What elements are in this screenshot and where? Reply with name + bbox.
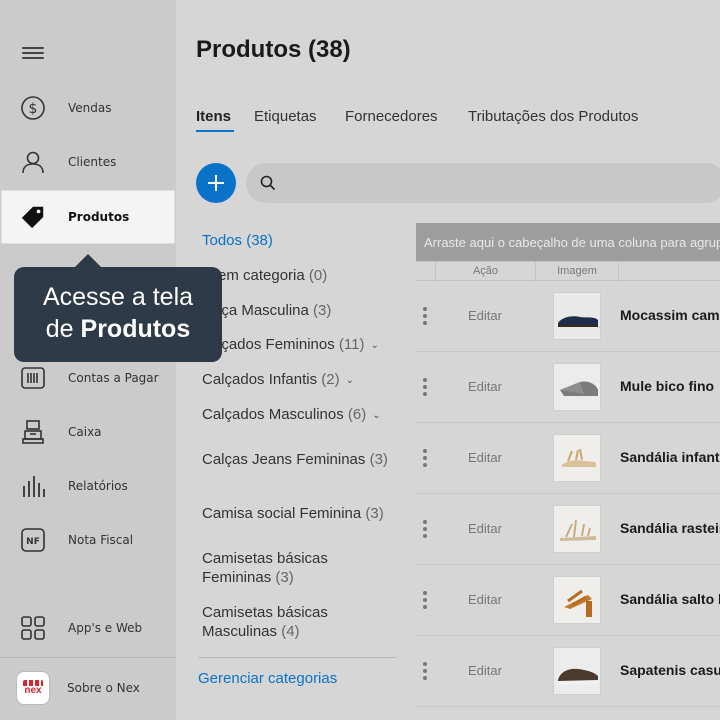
nex-logo: nex (16, 671, 50, 705)
edit-button[interactable]: Editar (468, 450, 502, 465)
bar-chart-icon (20, 473, 46, 499)
apps-grid-icon (20, 615, 46, 641)
product-image-beige-sandal (553, 505, 601, 553)
product-name: Mocassim camurça (620, 307, 720, 323)
category-item-calcados-femininos[interactable]: lçados Femininos (11) ⌄ (218, 336, 379, 353)
sidebar-item-label: Contas a Pagar (68, 371, 159, 385)
edit-button[interactable]: Editar (468, 308, 502, 323)
tooltip-line-1: Acesse a tela (42, 283, 194, 311)
more-options-icon[interactable] (423, 449, 427, 467)
sidebar-item-label: Vendas (68, 101, 112, 115)
table-row[interactable]: Editar Sapatenis casual (416, 636, 720, 707)
tab-fornecedores[interactable]: Fornecedores (345, 108, 438, 125)
column-header-nome[interactable] (618, 262, 720, 282)
more-options-icon[interactable] (423, 307, 427, 325)
sidebar-item-label: Produtos (68, 210, 130, 224)
tag-icon (20, 204, 46, 230)
category-item-calca-masculina[interactable]: lça Masculina (3) (218, 302, 331, 319)
product-image-navy-loafer (553, 292, 601, 340)
column-header-acao[interactable]: Ação (435, 262, 535, 282)
sidebar-item-apps-e-web[interactable]: App's e Web (0, 602, 176, 654)
product-image-caramel-heel (553, 576, 601, 624)
active-tab-indicator (196, 130, 234, 132)
tab-tributacoes[interactable]: Tributações dos Produtos (468, 108, 638, 125)
category-item-calcas-jeans-femininas[interactable]: Calças Jeans Femininas (3) (202, 451, 388, 468)
svg-text:$: $ (29, 101, 38, 117)
sidebar-item-caixa[interactable]: Caixa (0, 406, 176, 458)
category-item-camisetas-basicas-femininas[interactable]: Camisetas básicas Femininas (3) (202, 549, 362, 587)
tab-etiquetas[interactable]: Etiquetas (254, 108, 317, 125)
sidebar-item-label: Relatórios (68, 479, 128, 493)
product-name: Sandália rasteira (620, 520, 720, 536)
product-name: Sapatenis casual (620, 662, 720, 678)
search-icon (260, 175, 276, 191)
sidebar-item-relatorios[interactable]: Relatórios (0, 460, 176, 512)
nf-icon: NF (20, 527, 46, 553)
sidebar-item-nota-fiscal[interactable]: NF Nota Fiscal (0, 514, 176, 566)
manage-categories-link[interactable]: Gerenciar categorias (198, 670, 337, 687)
more-options-icon[interactable] (423, 662, 427, 680)
category-item-sem-categoria[interactable]: em categoria (0) (218, 267, 327, 284)
search-input[interactable] (246, 163, 720, 203)
edit-button[interactable]: Editar (468, 379, 502, 394)
chevron-down-icon[interactable]: ⌄ (346, 375, 354, 386)
edit-button[interactable]: Editar (468, 663, 502, 678)
barcode-icon (20, 365, 46, 391)
sidebar-divider (0, 657, 176, 658)
svg-text:NF: NF (26, 537, 40, 547)
sidebar-item-clientes[interactable]: Clientes (0, 136, 176, 188)
product-name: Mule bico fino (620, 378, 715, 394)
grid-header: Ação Imagem (416, 261, 720, 282)
chevron-down-icon[interactable]: ⌄ (370, 340, 378, 351)
user-icon (20, 149, 46, 175)
add-product-button[interactable] (196, 163, 236, 203)
edit-button[interactable]: Editar (468, 592, 502, 607)
table-row[interactable]: Editar Sandália salto bloco (416, 565, 720, 636)
table-row[interactable]: Editar Sandália infantil (416, 423, 720, 494)
product-image-brown-sneaker (553, 647, 601, 695)
more-options-icon[interactable] (423, 591, 427, 609)
sidebar-item-label: Sobre o Nex (67, 681, 140, 695)
cash-register-icon (20, 419, 46, 445)
product-name: Sandália infantil (620, 449, 720, 465)
sidebar-item-label: Clientes (68, 155, 117, 169)
sidebar-item-produtos[interactable]: Produtos (2, 191, 174, 243)
product-image-gray-mule (553, 363, 601, 411)
sidebar-item-label: Nota Fiscal (68, 533, 134, 547)
sidebar-item-sobre-o-nex[interactable]: nex Sobre o Nex (0, 662, 176, 714)
onboarding-tooltip: Acesse a tela de Produtos (14, 254, 222, 362)
product-image-gold-sandal (553, 434, 601, 482)
column-header-imagem[interactable]: Imagem (535, 262, 618, 282)
more-options-icon[interactable] (423, 520, 427, 538)
category-item-todos[interactable]: Todos (38) (202, 232, 273, 249)
chevron-down-icon[interactable]: ⌄ (372, 410, 380, 421)
tab-itens[interactable]: Itens (196, 108, 231, 125)
category-item-camisetas-basicas-masculinas[interactable]: Camisetas básicas Masculinas (4) (202, 603, 362, 641)
page-title: Produtos (38) (196, 36, 351, 63)
dollar-circle-icon: $ (20, 95, 46, 121)
menu-icon[interactable] (22, 44, 44, 62)
sidebar-item-vendas[interactable]: $ Vendas (0, 82, 176, 134)
table-row[interactable]: Editar Sandália rasteira (416, 494, 720, 565)
more-options-icon[interactable] (423, 378, 427, 396)
sidebar-item-label: App's e Web (68, 621, 143, 635)
group-by-drop-zone[interactable]: Arraste aqui o cabeçalho de uma coluna p… (416, 223, 720, 261)
category-item-camisa-social-feminina[interactable]: Camisa social Feminina (3) (202, 505, 384, 522)
category-divider (198, 657, 396, 658)
sidebar-item-label: Caixa (68, 425, 102, 439)
category-item-calcados-masculinos[interactable]: Calçados Masculinos (6) ⌄ (202, 406, 381, 423)
table-row[interactable]: Editar Mocassim camurça (416, 281, 720, 352)
product-name: Sandália salto bloco (620, 591, 720, 607)
edit-button[interactable]: Editar (468, 521, 502, 536)
tooltip-line-2: de Produtos (45, 315, 191, 343)
table-row[interactable]: Editar Mule bico fino (416, 352, 720, 423)
category-item-calcados-infantis[interactable]: Calçados Infantis (2) ⌄ (202, 371, 354, 388)
plus-icon (208, 175, 224, 191)
